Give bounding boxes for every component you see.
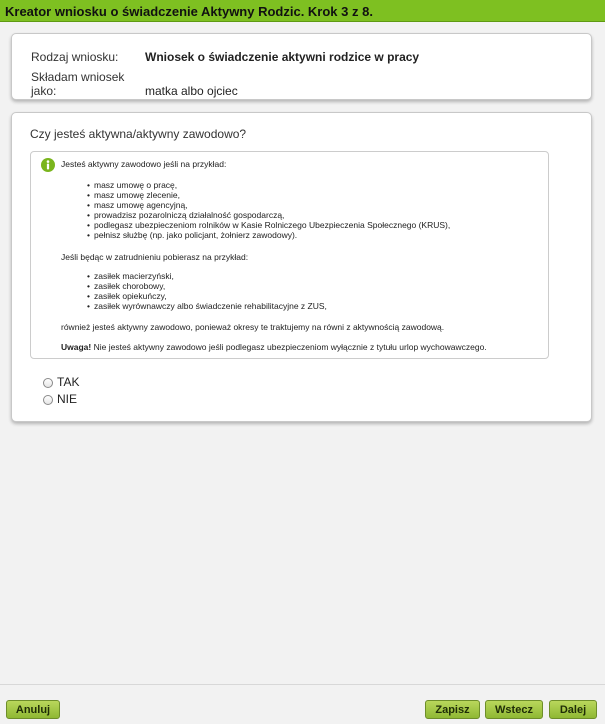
info-intro-2: Jeśli będąc w zatrudnieniu pobierasz na …	[61, 252, 249, 262]
list-item: pełnisz służbę (np. jako policjant, żołn…	[87, 230, 450, 240]
radio-yes[interactable]	[43, 377, 53, 388]
list-item: zasiłek chorobowy,	[87, 281, 327, 291]
back-button[interactable]: Wstecz	[485, 700, 543, 719]
next-button[interactable]: Dalej	[549, 700, 597, 719]
info-warning: Uwaga! Nie jesteś aktywny zawodowo jeśli…	[61, 342, 487, 352]
list-item: masz umowę agencyjną,	[87, 200, 450, 210]
application-summary-panel: Rodzaj wniosku: Wniosek o świadczenie akt…	[11, 33, 592, 100]
application-type-label: Rodzaj wniosku:	[31, 50, 119, 64]
save-button[interactable]: Zapisz	[425, 700, 480, 719]
benefits-list: zasiłek macierzyński, zasiłek chorobowy,…	[87, 271, 327, 311]
list-item: prowadzisz pozarolniczą działalność gosp…	[87, 210, 450, 220]
info-conclusion: również jesteś aktywny zawodowo, poniewa…	[61, 322, 445, 332]
option-no-label: NIE	[57, 392, 78, 406]
question-text: Czy jesteś aktywna/aktywny zawodowo?	[30, 127, 247, 141]
option-no[interactable]: NIE	[43, 392, 77, 406]
option-yes[interactable]: TAK	[43, 375, 79, 389]
radio-no[interactable]	[43, 394, 53, 405]
application-type-row: Rodzaj wniosku: Wniosek o świadczenie akt…	[31, 50, 419, 64]
info-icon	[41, 158, 55, 172]
applicant-value: matka albo ojciec	[145, 84, 238, 98]
info-intro: Jesteś aktywny zawodowo jeśli na przykła…	[61, 159, 227, 169]
wizard-title-bar: Kreator wniosku o świadczenie Aktywny Ro…	[0, 0, 605, 22]
warning-label: Uwaga!	[61, 342, 92, 352]
list-item: zasiłek wyrównawczy albo świadczenie reh…	[87, 301, 327, 311]
warning-text: Nie jesteś aktywny zawodowo jeśli podleg…	[91, 342, 487, 352]
option-yes-label: TAK	[57, 375, 80, 389]
wizard-title: Kreator wniosku o świadczenie Aktywny Ro…	[5, 4, 373, 19]
info-box: Jesteś aktywny zawodowo jeśli na przykła…	[30, 151, 549, 359]
list-item: masz umowę o pracę,	[87, 180, 450, 190]
applicant-label: Składam wniosek jako:	[31, 70, 125, 98]
applicant-row: Składam wniosek jako: matka albo ojciec	[31, 70, 238, 98]
list-item: podlegasz ubezpieczeniom rolników w Kasi…	[87, 220, 450, 230]
list-item: zasiłek opiekuńczy,	[87, 291, 327, 301]
footer-divider	[0, 684, 605, 685]
list-item: masz umowę zlecenie,	[87, 190, 450, 200]
list-item: zasiłek macierzyński,	[87, 271, 327, 281]
question-panel: Czy jesteś aktywna/aktywny zawodowo? Jes…	[11, 112, 592, 422]
cancel-button[interactable]: Anuluj	[6, 700, 60, 719]
active-examples-list: masz umowę o pracę, masz umowę zlecenie,…	[87, 180, 450, 240]
application-type-value: Wniosek o świadczenie aktywni rodzice w …	[145, 50, 420, 64]
